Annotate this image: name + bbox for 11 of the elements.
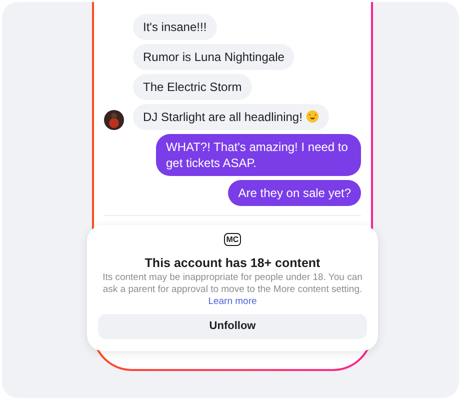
message-bubble: The Electric Storm bbox=[133, 74, 252, 100]
learn-more-link[interactable]: Learn more bbox=[208, 296, 257, 308]
message-bubble: Rumor is Luna Nightingale bbox=[133, 44, 294, 70]
message-bubble: Are they on sale yet? bbox=[228, 180, 361, 206]
notice-title: This account has 18+ content bbox=[144, 256, 320, 271]
unfollow-button[interactable]: Unfollow bbox=[98, 314, 367, 339]
message-bubble: DJ Starlight are all headlining! bbox=[133, 104, 330, 130]
message-bubble: WHAT?! That's amazing! I need to get tickets ASAP. bbox=[156, 134, 361, 176]
message-bubble: It's insane!!! bbox=[133, 14, 217, 40]
notice-body: Its content may be inappropriate for people under 18. You can ask a parent for approval to move to the More content setting. bbox=[102, 272, 364, 296]
mature-content-icon: MC bbox=[224, 233, 241, 246]
